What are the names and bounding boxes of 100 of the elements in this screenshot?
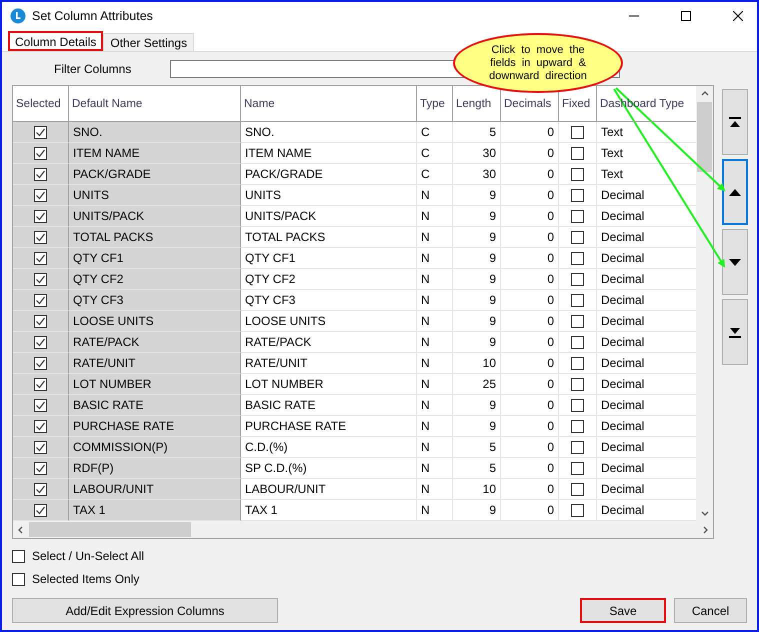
checkbox[interactable] <box>571 272 584 286</box>
table-cell: 0 <box>501 248 559 269</box>
table-cell: RATE/UNIT <box>241 353 417 374</box>
dialog-button[interactable]: Cancel <box>674 598 747 623</box>
checkbox[interactable] <box>34 504 47 516</box>
table-cell: C <box>417 164 453 185</box>
checkbox[interactable] <box>571 336 584 348</box>
checkbox[interactable] <box>571 126 584 138</box>
table-cell: UNITS <box>241 185 417 206</box>
checkbox[interactable] <box>571 398 584 412</box>
checkbox[interactable] <box>571 420 584 432</box>
checkbox[interactable] <box>34 420 47 432</box>
checkbox[interactable] <box>34 252 47 264</box>
scrollbar-thumb[interactable] <box>697 102 712 172</box>
tab[interactable]: Column Details <box>8 31 104 51</box>
checkbox[interactable] <box>571 252 584 264</box>
table-cell: 0 <box>501 353 559 374</box>
checkbox[interactable] <box>34 398 47 412</box>
table-cell: N <box>417 332 453 353</box>
table-cell: BASIC RATE <box>69 395 241 416</box>
table-cell: 9 <box>453 395 501 416</box>
checkbox[interactable] <box>571 314 584 328</box>
scroll-down-icon[interactable] <box>700 511 709 517</box>
checkbox[interactable] <box>571 230 584 244</box>
checkbox[interactable] <box>12 550 25 562</box>
table-cell: C.D.(%) <box>241 437 417 458</box>
scrollbar-thumb[interactable] <box>29 522 191 537</box>
table-cell: N <box>417 479 453 500</box>
move-down-button[interactable] <box>722 229 748 295</box>
checkbox[interactable] <box>34 356 47 370</box>
maximize-icon[interactable] <box>681 11 691 21</box>
checkbox[interactable] <box>34 168 47 180</box>
close-icon[interactable] <box>733 11 743 21</box>
checkbox[interactable] <box>34 188 47 202</box>
move-to-bottom-button[interactable] <box>722 299 748 365</box>
checkbox[interactable] <box>571 440 584 454</box>
checkbox[interactable] <box>34 462 47 474</box>
scroll-up-icon[interactable] <box>700 90 709 96</box>
table-cell: SNO. <box>69 122 241 143</box>
table-cell: N <box>417 458 453 479</box>
checkbox[interactable] <box>571 482 584 496</box>
table-cell: ITEM NAME <box>241 143 417 164</box>
table-cell: N <box>417 395 453 416</box>
table-cell: QTY CF2 <box>69 269 241 290</box>
table-cell: N <box>417 269 453 290</box>
triangle-up-icon <box>729 188 741 196</box>
checkbox[interactable] <box>34 378 47 390</box>
scroll-right-icon[interactable] <box>703 526 709 534</box>
filter-label: Filter Columns <box>53 62 132 76</box>
checkbox[interactable] <box>34 440 47 454</box>
table-cell: N <box>417 311 453 332</box>
checkbox[interactable] <box>34 210 47 222</box>
table-cell: C <box>417 143 453 164</box>
checkbox[interactable] <box>571 146 584 160</box>
checkbox[interactable] <box>34 146 47 160</box>
checkbox[interactable] <box>571 462 584 474</box>
checkbox[interactable] <box>34 314 47 328</box>
checkbox[interactable] <box>571 168 584 180</box>
checkbox[interactable] <box>34 126 47 138</box>
checkbox[interactable] <box>571 294 584 306</box>
triangle-down-icon <box>729 258 741 266</box>
column-header[interactable]: Name <box>241 86 417 122</box>
table-cell: LOOSE UNITS <box>69 311 241 332</box>
vertical-scrollbar[interactable] <box>696 86 713 521</box>
checkbox[interactable] <box>571 378 584 390</box>
checkbox-label[interactable]: Selected Items Only <box>32 572 140 586</box>
checkbox-label[interactable]: Select / Un-Select All <box>32 549 144 563</box>
move-up-button[interactable] <box>722 159 748 225</box>
table-cell: 30 <box>453 164 501 185</box>
table-cell: 9 <box>453 416 501 437</box>
table-cell: 0 <box>501 269 559 290</box>
checkbox[interactable] <box>571 356 584 370</box>
table-cell: 5 <box>453 122 501 143</box>
tab[interactable]: Other Settings <box>103 33 194 51</box>
checkbox[interactable] <box>34 272 47 286</box>
move-to-top-button[interactable] <box>722 89 748 155</box>
checkbox[interactable] <box>34 482 47 496</box>
dialog-button[interactable]: Add/Edit Expression Columns <box>12 598 278 623</box>
checkbox[interactable] <box>571 188 584 202</box>
checkbox[interactable] <box>34 294 47 306</box>
scroll-left-icon[interactable] <box>17 526 23 534</box>
checkbox[interactable] <box>34 336 47 348</box>
checkbox[interactable] <box>571 210 584 222</box>
table-cell: QTY CF2 <box>241 269 417 290</box>
table-cell: 0 <box>501 206 559 227</box>
table-cell: ITEM NAME <box>69 143 241 164</box>
table-cell: 0 <box>501 227 559 248</box>
table-cell: N <box>417 353 453 374</box>
table-cell: 0 <box>501 437 559 458</box>
window-title: Set Column Attributes <box>32 9 153 23</box>
checkbox[interactable] <box>12 572 25 586</box>
table-cell: 25 <box>453 374 501 395</box>
checkbox[interactable] <box>34 230 47 244</box>
table-cell: PURCHASE RATE <box>241 416 417 437</box>
table-cell: LABOUR/UNIT <box>69 479 241 500</box>
dialog-button[interactable]: Save <box>580 598 666 623</box>
table-cell: TAX 1 <box>69 500 241 521</box>
column-header[interactable]: Type <box>417 86 453 122</box>
checkbox[interactable] <box>571 504 584 516</box>
horizontal-scrollbar[interactable] <box>13 521 713 538</box>
